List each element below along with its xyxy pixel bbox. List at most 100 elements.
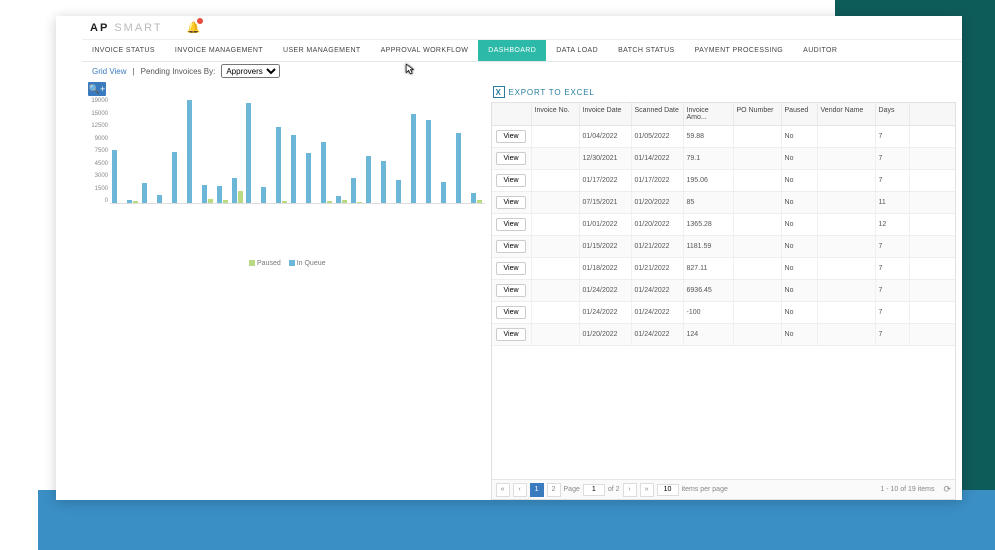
column-header[interactable]: Paused bbox=[782, 103, 818, 125]
cell: 7 bbox=[876, 236, 910, 257]
cell bbox=[734, 258, 782, 279]
view-button[interactable]: View bbox=[496, 284, 525, 297]
column-header[interactable]: PO Number bbox=[734, 103, 782, 125]
in-queue-bar bbox=[306, 153, 311, 203]
menu-item[interactable]: BATCH STATUS bbox=[608, 40, 685, 61]
cell: 7 bbox=[876, 170, 910, 191]
in-queue-bar bbox=[321, 142, 326, 203]
column-header[interactable]: Invoice No. bbox=[532, 103, 580, 125]
cell bbox=[532, 324, 580, 345]
paused-bar bbox=[357, 202, 362, 203]
cell: 01/18/2022 bbox=[580, 258, 632, 279]
table-row: View01/17/202201/17/2022195.06No7 bbox=[492, 170, 955, 192]
bar-group bbox=[232, 178, 244, 203]
view-button[interactable]: View bbox=[496, 152, 525, 165]
pager-prev-button[interactable]: ‹ bbox=[513, 483, 527, 497]
in-queue-bar bbox=[127, 200, 132, 203]
bar-group bbox=[321, 142, 333, 203]
cell: 01/24/2022 bbox=[580, 280, 632, 301]
pager-page-input[interactable] bbox=[583, 484, 605, 496]
paused-bar bbox=[477, 200, 482, 203]
view-button[interactable]: View bbox=[496, 174, 525, 187]
notification-bell-icon[interactable]: 🔔 bbox=[187, 21, 201, 34]
bar-group bbox=[276, 127, 288, 203]
in-queue-bar bbox=[411, 114, 416, 203]
divider: | bbox=[133, 67, 135, 76]
table-row: View01/18/202201/21/2022827.11No7 bbox=[492, 258, 955, 280]
view-button[interactable]: View bbox=[496, 262, 525, 275]
bar-group bbox=[246, 103, 258, 203]
cell: 7 bbox=[876, 324, 910, 345]
pager-size-input[interactable] bbox=[657, 484, 679, 496]
cell bbox=[818, 214, 876, 235]
pager-first-button[interactable]: « bbox=[496, 483, 510, 497]
cell: No bbox=[782, 148, 818, 169]
pager-last-button[interactable]: » bbox=[640, 483, 654, 497]
menu-item[interactable]: PAYMENT PROCESSING bbox=[685, 40, 794, 61]
cell bbox=[818, 236, 876, 257]
cell: 124 bbox=[684, 324, 734, 345]
bar-group bbox=[202, 185, 214, 203]
cell: No bbox=[782, 302, 818, 323]
pager-page-2[interactable]: 2 bbox=[547, 483, 561, 497]
cell: No bbox=[782, 170, 818, 191]
cell: 01/24/2022 bbox=[632, 302, 684, 323]
refresh-icon[interactable]: ⟳ bbox=[943, 484, 951, 495]
view-button[interactable]: View bbox=[496, 328, 525, 341]
bar-group bbox=[157, 195, 169, 203]
grid-view-link[interactable]: Grid View bbox=[92, 67, 127, 76]
in-queue-bar bbox=[441, 182, 446, 203]
in-queue-bar bbox=[187, 100, 192, 203]
bar-group bbox=[261, 187, 273, 203]
view-button[interactable]: View bbox=[496, 240, 525, 253]
filter-select[interactable]: Approvers bbox=[221, 64, 280, 78]
menu-item[interactable]: DATA LOAD bbox=[546, 40, 608, 61]
column-header[interactable]: Invoice Amo... bbox=[684, 103, 734, 125]
in-queue-bar bbox=[276, 127, 281, 203]
cell: 7 bbox=[876, 258, 910, 279]
search-icon[interactable]: 🔍+ bbox=[88, 82, 106, 96]
view-button[interactable]: View bbox=[496, 306, 525, 319]
menu-item[interactable]: USER MANAGEMENT bbox=[273, 40, 371, 61]
cell: No bbox=[782, 258, 818, 279]
filter-label: Pending Invoices By: bbox=[141, 67, 216, 76]
cell: 85 bbox=[684, 192, 734, 213]
menu-item[interactable]: DASHBOARD bbox=[478, 40, 546, 61]
cell: 01/17/2022 bbox=[580, 170, 632, 191]
cell: 01/15/2022 bbox=[580, 236, 632, 257]
menu-item[interactable]: INVOICE MANAGEMENT bbox=[165, 40, 273, 61]
menu-item[interactable]: APPROVAL WORKFLOW bbox=[371, 40, 479, 61]
app-window: AP SMART 🔔 INVOICE STATUSINVOICE MANAGEM… bbox=[56, 16, 962, 500]
cell: 01/21/2022 bbox=[632, 236, 684, 257]
column-header[interactable]: Vendor Name bbox=[818, 103, 876, 125]
column-header[interactable]: Invoice Date bbox=[580, 103, 632, 125]
paused-bar bbox=[133, 201, 138, 203]
menu-item[interactable]: AUDITOR bbox=[793, 40, 847, 61]
column-header[interactable]: Days bbox=[876, 103, 910, 125]
in-queue-bar bbox=[291, 135, 296, 203]
cell bbox=[532, 170, 580, 191]
table-row: View01/04/202201/05/202259.88No7 bbox=[492, 126, 955, 148]
in-queue-bar bbox=[456, 133, 461, 203]
view-button[interactable]: View bbox=[496, 130, 525, 143]
view-button[interactable]: View bbox=[496, 218, 525, 231]
excel-icon: X bbox=[493, 86, 505, 98]
export-to-excel-button[interactable]: X EXPORT TO EXCEL bbox=[491, 82, 956, 102]
cell: No bbox=[782, 280, 818, 301]
pager-page-1[interactable]: 1 bbox=[530, 483, 544, 497]
cell bbox=[818, 324, 876, 345]
bar-group bbox=[217, 186, 229, 203]
in-queue-bar bbox=[396, 180, 401, 203]
view-button[interactable]: View bbox=[496, 196, 525, 209]
cell bbox=[734, 126, 782, 147]
cell: 01/24/2022 bbox=[632, 324, 684, 345]
bar-group bbox=[396, 180, 408, 203]
paused-bar bbox=[238, 191, 243, 203]
menu-item[interactable]: INVOICE STATUS bbox=[82, 40, 165, 61]
in-queue-bar bbox=[142, 183, 147, 203]
column-header[interactable] bbox=[492, 103, 532, 125]
filter-bar: Grid View | Pending Invoices By: Approve… bbox=[82, 62, 962, 80]
bar-group bbox=[471, 193, 483, 203]
pager-next-button[interactable]: › bbox=[623, 483, 637, 497]
column-header[interactable]: Scanned Date bbox=[632, 103, 684, 125]
